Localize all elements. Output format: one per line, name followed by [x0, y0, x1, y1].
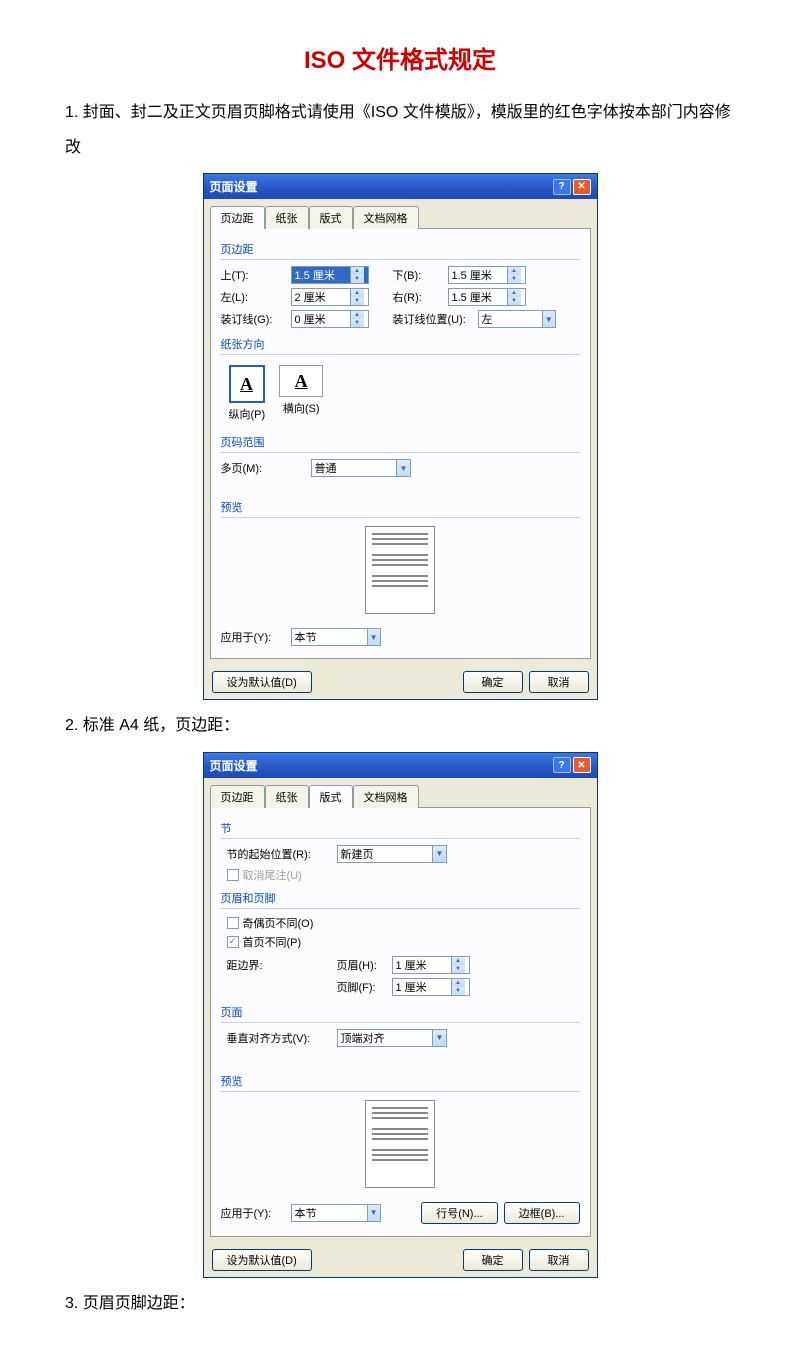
chevron-up-icon[interactable]: ▲ [451, 957, 465, 965]
tab-layout[interactable]: 版式 [309, 206, 353, 229]
label-first-page: 首页不同(P) [243, 934, 302, 950]
chevron-down-icon[interactable]: ▼ [542, 311, 555, 327]
close-icon[interactable]: ✕ [573, 757, 591, 773]
chevron-down-icon[interactable]: ▼ [350, 275, 364, 283]
preview-thumbnail [365, 526, 435, 614]
combo-valign[interactable]: ▼ [337, 1029, 447, 1047]
chevron-down-icon[interactable]: ▼ [367, 1205, 380, 1221]
label-section-start: 节的起始位置(R): [227, 846, 337, 862]
label-portrait: 纵向(P) [229, 406, 266, 422]
line-numbers-button[interactable]: 行号(N)... [421, 1202, 497, 1224]
input-footer[interactable]: ▲▼ [392, 978, 470, 996]
ok-button[interactable]: 确定 [463, 1249, 523, 1271]
combo-apply-to[interactable]: ▼ [291, 1204, 381, 1222]
label-gutter-pos: 装订线位置(U): [393, 311, 478, 327]
tab-margins[interactable]: 页边距 [210, 785, 265, 808]
chevron-up-icon[interactable]: ▲ [451, 979, 465, 987]
help-icon[interactable]: ? [553, 757, 571, 773]
section-page: 页面 [221, 1000, 580, 1023]
section-margins: 页边距 [221, 237, 580, 260]
preview-thumbnail [365, 1100, 435, 1188]
section-preview: 预览 [221, 1069, 580, 1092]
tab-margins[interactable]: 页边距 [210, 206, 265, 229]
chevron-up-icon[interactable]: ▲ [350, 311, 364, 319]
close-icon[interactable]: ✕ [573, 179, 591, 195]
checkbox-first-page[interactable]: ✓ [227, 936, 239, 948]
page-setup-dialog-margins: 页面设置 ? ✕ 页边距 纸张 版式 文档网格 页边距 上(T): ▲▼ 下(B… [203, 173, 598, 700]
ok-button[interactable]: 确定 [463, 671, 523, 693]
chevron-up-icon[interactable]: ▲ [507, 267, 521, 275]
label-valign: 垂直对齐方式(V): [227, 1030, 337, 1046]
page-title: ISO 文件格式规定 [65, 40, 735, 75]
input-header[interactable]: ▲▼ [392, 956, 470, 974]
label-header: 页眉(H): [337, 957, 392, 973]
combo-section-start[interactable]: ▼ [337, 845, 447, 863]
chevron-down-icon[interactable]: ▼ [350, 297, 364, 305]
section-section: 节 [221, 816, 580, 839]
page-setup-dialog-layout: 页面设置 ? ✕ 页边距 纸张 版式 文档网格 节 节的起始位置(R): ▼ 取… [203, 752, 598, 1278]
section-orientation: 纸张方向 [221, 332, 580, 355]
chevron-down-icon[interactable]: ▼ [396, 460, 409, 476]
tab-grid[interactable]: 文档网格 [353, 785, 419, 808]
chevron-down-icon[interactable]: ▼ [367, 629, 380, 645]
default-button[interactable]: 设为默认值(D) [212, 671, 312, 693]
chevron-down-icon[interactable]: ▼ [451, 965, 465, 973]
letter-a-icon: A [295, 371, 308, 392]
checkbox-suppress-endnotes [227, 869, 239, 881]
dialog-titlebar: 页面设置 ? ✕ [204, 174, 597, 199]
paragraph-1: 1. 封面、封二及正文页眉页脚格式请使用《ISO 文件模版》，模版里的红色字体按… [65, 95, 735, 165]
chevron-up-icon[interactable]: ▲ [350, 289, 364, 297]
chevron-up-icon[interactable]: ▲ [507, 289, 521, 297]
label-multipage: 多页(M): [221, 460, 291, 476]
paragraph-3: 3. 页眉页脚边距： [65, 1286, 735, 1321]
dialog-titlebar: 页面设置 ? ✕ [204, 753, 597, 778]
dialog-title-text: 页面设置 [210, 178, 258, 195]
borders-button[interactable]: 边框(B)... [504, 1202, 580, 1224]
label-landscape: 横向(S) [279, 400, 323, 416]
label-footer: 页脚(F): [337, 979, 392, 995]
help-icon[interactable]: ? [553, 179, 571, 195]
combo-apply-to[interactable]: ▼ [291, 628, 381, 646]
section-pages: 页码范围 [221, 430, 580, 453]
tab-paper[interactable]: 纸张 [265, 785, 309, 808]
label-from-edge: 距边界: [227, 957, 337, 973]
orientation-landscape[interactable]: A 横向(S) [279, 365, 323, 422]
section-header-footer: 页眉和页脚 [221, 886, 580, 909]
default-button[interactable]: 设为默认值(D) [212, 1249, 312, 1271]
input-right[interactable]: ▲▼ [448, 288, 526, 306]
label-bottom: 下(B): [393, 267, 448, 283]
input-left[interactable]: ▲▼ [291, 288, 369, 306]
combo-gutter-pos[interactable]: ▼ [478, 310, 556, 328]
chevron-down-icon[interactable]: ▼ [432, 1030, 445, 1046]
tab-paper[interactable]: 纸张 [265, 206, 309, 229]
input-top[interactable]: ▲▼ [291, 266, 369, 284]
label-top: 上(T): [221, 267, 291, 283]
chevron-down-icon[interactable]: ▼ [451, 987, 465, 995]
label-gutter: 装订线(G): [221, 311, 291, 327]
paragraph-2: 2. 标准 A4 纸，页边距： [65, 708, 735, 743]
tab-layout[interactable]: 版式 [309, 785, 353, 808]
chevron-up-icon[interactable]: ▲ [350, 267, 364, 275]
label-suppress-endnotes: 取消尾注(U) [243, 867, 302, 883]
label-right: 右(R): [393, 289, 448, 305]
checkbox-odd-even[interactable] [227, 917, 239, 929]
letter-a-icon: A [240, 374, 253, 395]
input-bottom[interactable]: ▲▼ [448, 266, 526, 284]
orientation-portrait[interactable]: A 纵向(P) [229, 365, 266, 422]
input-gutter[interactable]: ▲▼ [291, 310, 369, 328]
section-preview: 预览 [221, 495, 580, 518]
combo-multipage[interactable]: ▼ [311, 459, 411, 477]
tab-grid[interactable]: 文档网格 [353, 206, 419, 229]
dialog-title-text: 页面设置 [210, 757, 258, 774]
label-apply-to: 应用于(Y): [221, 1205, 291, 1221]
cancel-button[interactable]: 取消 [529, 671, 589, 693]
chevron-down-icon[interactable]: ▼ [350, 319, 364, 327]
label-odd-even: 奇偶页不同(O) [243, 915, 314, 931]
label-left: 左(L): [221, 289, 291, 305]
cancel-button[interactable]: 取消 [529, 1249, 589, 1271]
label-apply-to: 应用于(Y): [221, 629, 291, 645]
chevron-down-icon[interactable]: ▼ [507, 297, 521, 305]
chevron-down-icon[interactable]: ▼ [432, 846, 445, 862]
chevron-down-icon[interactable]: ▼ [507, 275, 521, 283]
